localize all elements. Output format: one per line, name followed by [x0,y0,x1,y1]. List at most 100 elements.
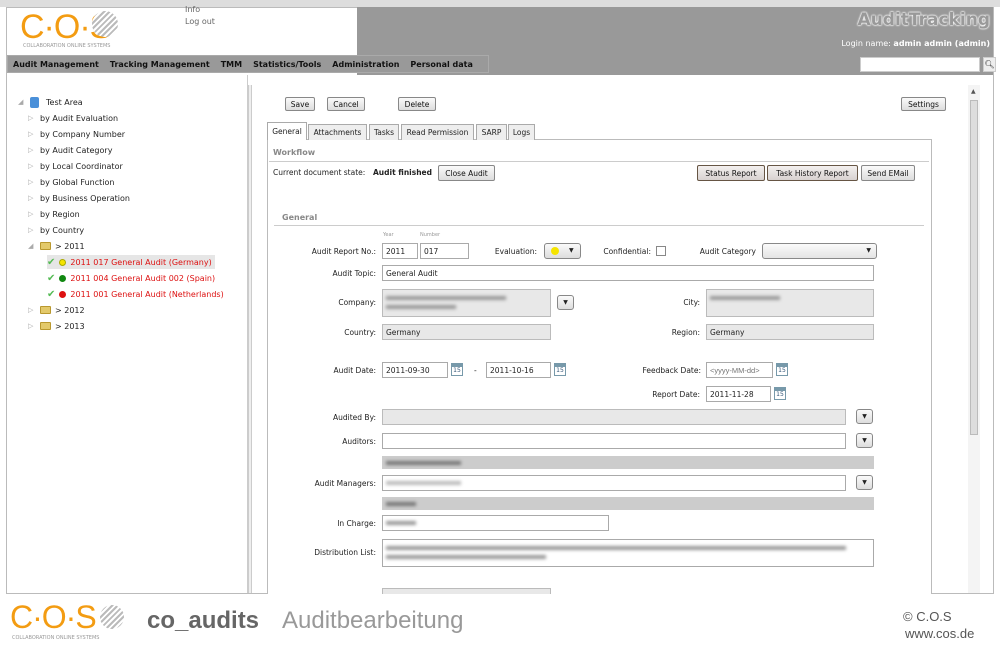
tree-root[interactable]: ◢ Test Area [18,95,83,109]
settings-button[interactable]: Settings [901,97,946,111]
footer-url[interactable]: www.cos.de [905,626,974,641]
search-icon: 🔍︎ [984,60,995,69]
distribution-list-field[interactable] [382,539,874,567]
state-label: Current document state: [273,168,366,177]
search-input[interactable] [860,57,980,72]
tree-label: 2011 001 General Audit (Netherlands) [70,289,224,299]
logout-link[interactable]: Log out [185,17,215,26]
blurred-text [386,555,546,559]
chevron-down-icon: ▼ [866,247,871,254]
report-no-label: Audit Report No.: [311,247,376,256]
tree-item[interactable]: ✔ 2011 001 General Audit (Netherlands) [47,287,224,301]
task-history-report-button[interactable]: Task History Report [767,165,858,181]
tab-logs[interactable]: Logs [508,124,535,140]
app-title: AuditTracking [857,10,990,30]
menu-tracking-management[interactable]: Tracking Management [110,60,210,69]
calendar-icon[interactable]: 15 [776,363,788,376]
tree-label: > 2013 [55,321,85,331]
scroll-up-icon[interactable]: ▲ [971,88,976,95]
workflow-heading: Workflow [273,148,316,157]
menu-tmm[interactable]: TMM [221,60,242,69]
tree-group[interactable]: ▷ by Business Operation [28,191,130,205]
auditors-field[interactable] [382,433,846,449]
tab-general[interactable]: General [267,122,307,140]
divider [269,161,929,162]
menu-administration[interactable]: Administration [332,60,399,69]
tree-year[interactable]: ▷ > 2013 [28,319,85,333]
year-hint: Year [383,232,394,238]
audit-managers-dropdown-button[interactable]: ▼ [856,475,873,490]
feedback-date-label: Feedback Date: [642,366,701,375]
tree-label: by Audit Evaluation [40,113,119,123]
folder-icon [40,306,51,314]
auditors-dropdown-button[interactable]: ▼ [856,433,873,448]
status-dot-icon [59,290,67,298]
expand-icon: ▷ [28,130,34,138]
tree-group[interactable]: ▷ by Company Number [28,127,125,141]
expand-icon: ▷ [28,226,34,234]
save-button[interactable]: Save [285,97,315,111]
blurred-text [710,296,780,300]
search-button[interactable]: 🔍︎ [983,57,996,72]
tree-group[interactable]: ▷ by Global Function [28,175,114,189]
check-icon: ✔ [47,272,56,284]
audited-by-field [382,409,846,425]
send-email-button[interactable]: Send EMail [861,165,915,181]
tree-label: by Global Function [40,177,115,187]
menu-audit-management[interactable]: Audit Management [13,60,99,69]
info-link[interactable]: Info [185,5,200,14]
tree-label: 2011 017 General Audit (Germany) [70,257,212,267]
tree-label: by Local Coordinator [40,161,123,171]
close-audit-button[interactable]: Close Audit [438,165,495,181]
blurred-text [386,546,846,550]
tree-label: 2011 004 General Audit 002 (Spain) [70,273,216,283]
blurred-text [386,521,416,525]
delete-button[interactable]: Delete [398,97,436,111]
status-report-button[interactable]: Status Report [697,165,765,181]
audit-date-from-input[interactable]: 2011-09-30 [382,362,448,378]
tab-sarp[interactable]: SARP [476,124,507,140]
check-icon: ✔ [47,256,56,268]
report-date-input[interactable]: 2011-11-28 [706,386,771,402]
menu-statistics-tools[interactable]: Statistics/Tools [253,60,321,69]
tab-attachments[interactable]: Attachments [308,124,367,140]
tree-label: > 2011 [55,241,85,251]
tree-label: by Audit Category [40,145,113,155]
tree-group[interactable]: ▷ by Audit Category [28,143,112,157]
tab-tasks[interactable]: Tasks [369,124,399,140]
tree-group[interactable]: ▷ by Local Coordinator [28,159,123,173]
calendar-icon[interactable]: 15 [774,387,786,400]
footer-copyright: © C.O.S [903,609,952,624]
country-field: Germany [382,324,551,340]
tab-read-permission[interactable]: Read Permission [401,124,474,140]
audit-managers-field[interactable] [382,475,846,491]
feedback-date-input[interactable] [706,362,773,378]
expand-icon: ▷ [28,178,34,186]
cancel-button[interactable]: Cancel [327,97,365,111]
tree-item-selected[interactable]: ✔ 2011 017 General Audit (Germany) [47,255,215,269]
tree-year[interactable]: ◢ > 2011 [28,239,85,253]
tree-group[interactable]: ▷ by Region [28,207,80,221]
blurred-text [386,305,456,309]
menu-personal-data[interactable]: Personal data [410,60,472,69]
in-charge-field[interactable] [382,515,609,531]
panel-splitter[interactable] [248,85,252,593]
audit-date-to-input[interactable]: 2011-10-16 [486,362,551,378]
tree-item[interactable]: ✔ 2011 004 General Audit 002 (Spain) [47,271,215,285]
tree-label: by Company Number [40,129,126,139]
footer-logo-globe-icon [100,605,124,629]
tree-year[interactable]: ▷ > 2012 [28,303,85,317]
audit-category-select[interactable]: ▼ [762,243,877,259]
tree-label: by Region [40,209,80,219]
audited-by-dropdown-button[interactable]: ▼ [856,409,873,424]
scrollbar-thumb[interactable] [970,100,978,435]
topic-input[interactable]: General Audit [382,265,874,281]
tree-label: > 2012 [55,305,85,315]
tree-group[interactable]: ▷ by Country [28,223,84,237]
status-dot-icon [59,274,67,282]
calendar-icon[interactable]: 15 [451,363,463,376]
audited-by-label: Audited By: [333,413,376,422]
auditors-label: Auditors: [342,437,376,446]
country-label: Country: [344,328,376,337]
tree-group[interactable]: ▷ by Audit Evaluation [28,111,118,125]
